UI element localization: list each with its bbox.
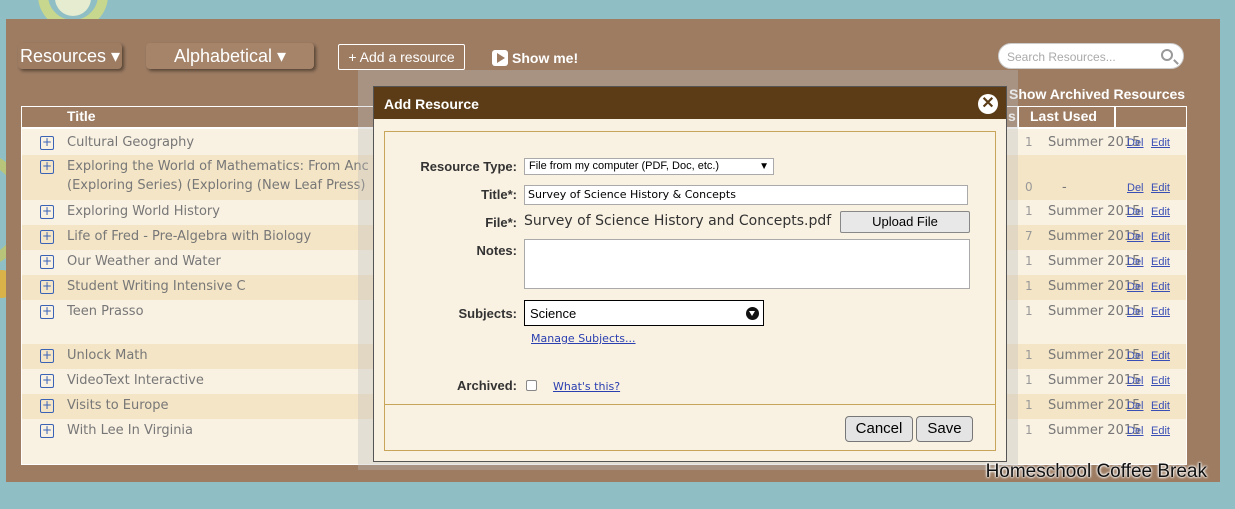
resource-title: Cultural Geography (67, 135, 195, 150)
delete-link[interactable]: Del (1127, 231, 1144, 243)
last-used: - (1062, 180, 1067, 195)
edit-link[interactable]: Edit (1151, 281, 1170, 293)
dialog-header: Add Resource ✕ (374, 87, 1006, 119)
resource-title: With Lee In Virginia (67, 423, 194, 438)
edit-link[interactable]: Edit (1151, 375, 1170, 387)
expand-plus-icon[interactable]: + (40, 160, 54, 174)
resource-title: Student Writing Intensive C (67, 279, 246, 294)
delete-link[interactable]: Del (1127, 206, 1144, 218)
resource-type-select[interactable]: File from my computer (PDF, Doc, etc.) ▼ (524, 158, 774, 175)
add-resource-dialog: Add Resource ✕ Resource Type: File from … (373, 86, 1007, 462)
delete-link[interactable]: Del (1127, 350, 1144, 362)
resource-count: 1 (1025, 304, 1033, 318)
cancel-button[interactable]: Cancel (845, 416, 913, 442)
column-header-title[interactable]: Title (67, 108, 96, 124)
resource-count: 1 (1025, 204, 1033, 218)
column-divider (1114, 107, 1116, 127)
delete-link[interactable]: Del (1127, 400, 1144, 412)
expand-plus-icon[interactable]: + (40, 349, 54, 363)
resource-title: VideoText Interactive (67, 373, 204, 388)
search-input[interactable]: Search Resources... (998, 43, 1184, 69)
resource-title: Teen Prasso (67, 304, 144, 319)
show-me-label: Show me! (512, 50, 579, 66)
subjects-value: Science (530, 306, 577, 321)
resource-type-label: Resource Type: (420, 159, 517, 174)
resources-dropdown-button[interactable]: Resources ▾ (18, 43, 122, 69)
dialog-footer-divider (385, 404, 995, 405)
file-name: Survey of Science History and Concepts.p… (524, 213, 832, 229)
expand-plus-icon[interactable]: + (40, 136, 54, 150)
resource-count: 1 (1025, 135, 1033, 149)
close-icon[interactable]: ✕ (978, 94, 998, 114)
expand-plus-icon[interactable]: + (40, 399, 54, 413)
subjects-select[interactable]: Science (524, 300, 764, 326)
dropdown-arrow-icon (746, 307, 759, 320)
edit-link[interactable]: Edit (1151, 425, 1170, 437)
sort-dropdown-button[interactable]: Alphabetical ▾ (146, 43, 314, 69)
resource-count: 1 (1025, 348, 1033, 362)
title-label: Title*: (481, 187, 517, 202)
resource-title: Exploring the World of Mathematics: From… (67, 159, 369, 174)
resource-title: Exploring World History (67, 204, 220, 219)
upload-file-button[interactable]: Upload File (840, 211, 970, 233)
expand-plus-icon[interactable]: + (40, 230, 54, 244)
show-archived-link[interactable]: Show Archived Resources (1009, 86, 1185, 102)
whats-this-link[interactable]: What's this? (553, 380, 620, 393)
title-input[interactable]: Survey of Science History & Concepts (524, 185, 968, 205)
search-placeholder: Search Resources... (1007, 50, 1116, 64)
resource-count: 1 (1025, 423, 1033, 437)
delete-link[interactable]: Del (1127, 137, 1144, 149)
edit-link[interactable]: Edit (1151, 306, 1170, 318)
edit-link[interactable]: Edit (1151, 400, 1170, 412)
save-button[interactable]: Save (916, 416, 973, 442)
resource-count: 1 (1025, 373, 1033, 387)
edit-link[interactable]: Edit (1151, 231, 1170, 243)
resource-title: Visits to Europe (67, 398, 169, 413)
expand-plus-icon[interactable]: + (40, 305, 54, 319)
expand-plus-icon[interactable]: + (40, 280, 54, 294)
resource-type-value: File from my computer (PDF, Doc, etc.) (529, 160, 720, 172)
search-icon[interactable] (1161, 49, 1173, 61)
resource-title: Our Weather and Water (67, 254, 221, 269)
edit-link[interactable]: Edit (1151, 137, 1170, 149)
archived-label: Archived: (457, 378, 517, 393)
notes-textarea[interactable] (524, 239, 970, 289)
subjects-label: Subjects: (458, 306, 517, 321)
dialog-body: Resource Type: File from my computer (PD… (384, 131, 996, 451)
resource-title: Unlock Math (67, 348, 148, 363)
delete-link[interactable]: Del (1127, 256, 1144, 268)
archived-checkbox[interactable] (526, 380, 537, 391)
column-header-last-used[interactable]: Last Used (1030, 108, 1097, 124)
dialog-title: Add Resource (384, 96, 479, 112)
notes-label: Notes: (476, 243, 517, 258)
expand-plus-icon[interactable]: + (40, 424, 54, 438)
delete-link[interactable]: Del (1127, 425, 1144, 437)
expand-plus-icon[interactable]: + (40, 205, 54, 219)
resource-title: Life of Fred - Pre-Algebra with Biology (67, 229, 312, 244)
resource-title-continued: (Exploring Series) (Exploring (New Leaf … (67, 178, 366, 193)
delete-link[interactable]: Del (1127, 375, 1144, 387)
chevron-down-icon: ▼ (759, 161, 769, 172)
edit-link[interactable]: Edit (1151, 350, 1170, 362)
resource-count: 1 (1025, 254, 1033, 268)
delete-link[interactable]: Del (1127, 306, 1144, 318)
add-resource-button[interactable]: + Add a resource (338, 44, 465, 70)
delete-link[interactable]: Del (1127, 182, 1144, 194)
expand-plus-icon[interactable]: + (40, 255, 54, 269)
edit-link[interactable]: Edit (1151, 256, 1170, 268)
expand-plus-icon[interactable]: + (40, 374, 54, 388)
show-me-button[interactable]: Show me! (492, 48, 578, 68)
delete-link[interactable]: Del (1127, 281, 1144, 293)
resource-count: 1 (1025, 279, 1033, 293)
edit-link[interactable]: Edit (1151, 182, 1170, 194)
resource-count: 1 (1025, 398, 1033, 412)
resource-count: 7 (1025, 229, 1033, 243)
resource-count: 0 (1025, 180, 1033, 194)
play-icon (492, 50, 508, 66)
manage-subjects-link[interactable]: Manage Subjects... (531, 332, 636, 345)
watermark-text: Homeschool Coffee Break (985, 461, 1207, 482)
edit-link[interactable]: Edit (1151, 206, 1170, 218)
file-label: File*: (485, 215, 517, 230)
